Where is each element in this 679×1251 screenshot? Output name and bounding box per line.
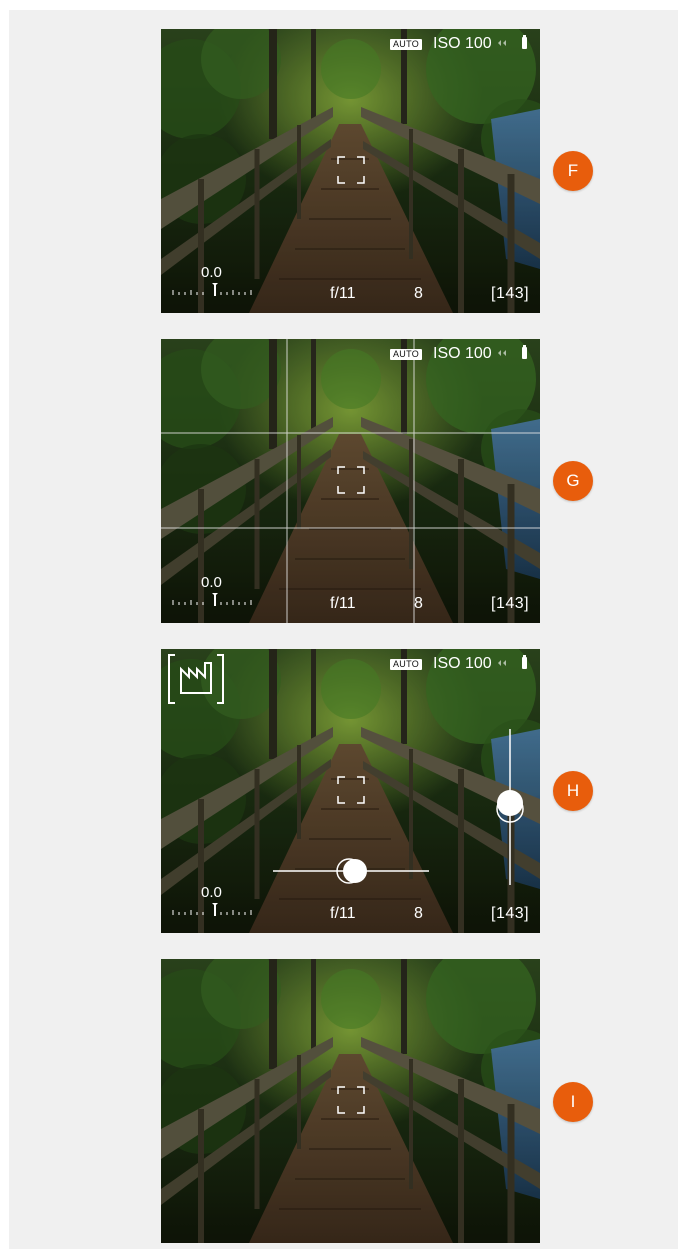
callout-marker-i: I bbox=[553, 1082, 593, 1122]
battery-icon bbox=[522, 655, 527, 669]
exposure-compensation-value: 0.0 bbox=[201, 574, 222, 591]
viewfinder-screen-g: AUTO ISO 100 0.0 f/11 8 [143] bbox=[161, 339, 540, 623]
aperture-value: f/11 bbox=[330, 595, 356, 612]
battery-icon bbox=[522, 35, 527, 49]
factory-mode-icon[interactable] bbox=[167, 653, 225, 705]
exposure-compensation-value: 0.0 bbox=[201, 884, 222, 901]
exposure-scale bbox=[172, 903, 252, 916]
exposure-compensation-value: 0.0 bbox=[201, 264, 222, 281]
callout-marker-f: F bbox=[553, 151, 593, 191]
vertical-adjust-slider[interactable] bbox=[495, 729, 525, 885]
battery-icon bbox=[522, 345, 527, 359]
af-focus-frame-icon bbox=[337, 776, 365, 804]
aperture-value: f/11 bbox=[330, 905, 356, 922]
iso-value: ISO 100 bbox=[433, 35, 492, 52]
iso-indicator-icon bbox=[498, 660, 506, 666]
iso-auto-badge: AUTO bbox=[390, 39, 423, 50]
iso-indicator-icon bbox=[498, 40, 506, 46]
iso-value: ISO 100 bbox=[433, 345, 492, 362]
af-focus-frame-icon bbox=[337, 1086, 365, 1114]
exposure-scale bbox=[172, 593, 252, 606]
horizontal-adjust-slider[interactable] bbox=[273, 857, 429, 885]
viewfinder-screen-h: AUTO ISO 100 0.0 f/11 8 [143] bbox=[161, 649, 540, 933]
viewfinder-screen-f: AUTO ISO 100 0.0 f/11 8 [143] bbox=[161, 29, 540, 313]
remaining-shots: [143] bbox=[491, 285, 530, 302]
iso-indicator-icon bbox=[498, 350, 506, 356]
shutter-speed-value: 8 bbox=[414, 595, 423, 612]
exposure-scale bbox=[172, 283, 252, 296]
iso-value: ISO 100 bbox=[433, 655, 492, 672]
iso-auto-badge: AUTO bbox=[390, 659, 423, 670]
remaining-shots: [143] bbox=[491, 595, 530, 612]
shutter-speed-value: 8 bbox=[414, 905, 423, 922]
viewfinder-screen-i bbox=[161, 959, 540, 1243]
shutter-speed-value: 8 bbox=[414, 285, 423, 302]
af-focus-frame-icon bbox=[337, 156, 365, 184]
af-focus-frame-icon bbox=[337, 466, 365, 494]
remaining-shots: [143] bbox=[491, 905, 530, 922]
iso-auto-badge: AUTO bbox=[390, 349, 423, 360]
callout-marker-h: H bbox=[553, 771, 593, 811]
callout-marker-g: G bbox=[553, 461, 593, 501]
aperture-value: f/11 bbox=[330, 285, 356, 302]
